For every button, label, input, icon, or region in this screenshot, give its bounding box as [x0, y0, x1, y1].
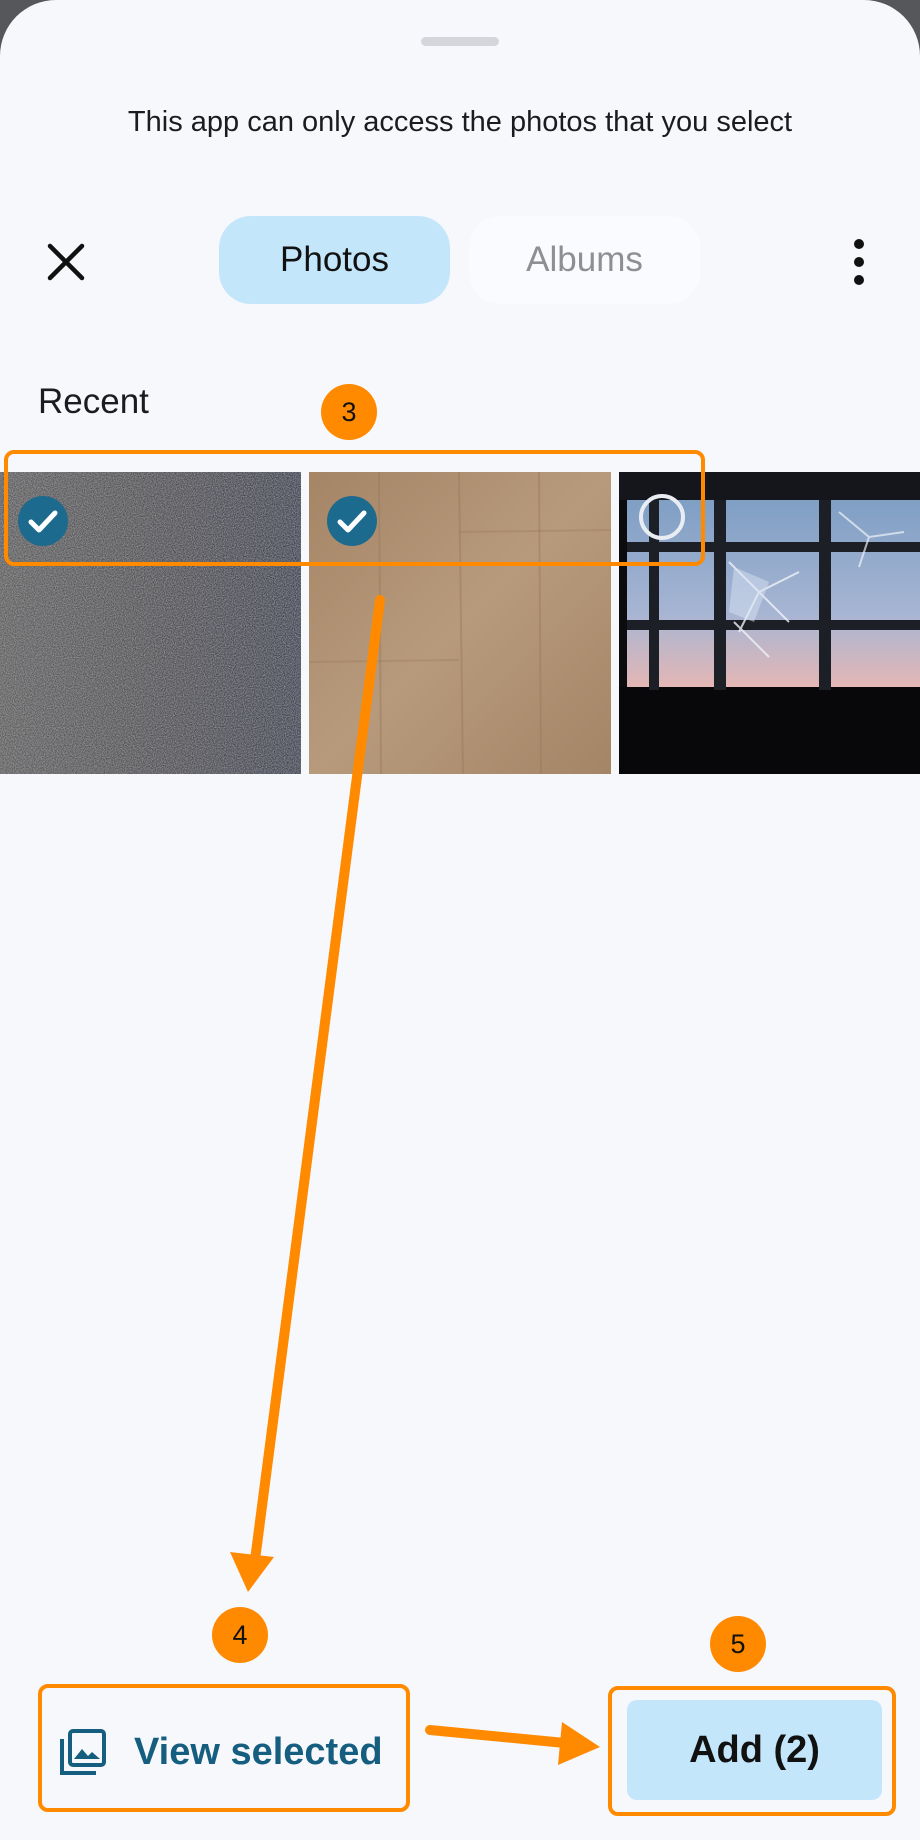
more-vert-icon — [854, 239, 864, 285]
more-options-button[interactable] — [842, 236, 876, 288]
close-icon — [47, 243, 85, 281]
tab-albums[interactable]: Albums — [469, 216, 700, 304]
step-badge-4: 4 — [212, 1607, 268, 1663]
close-button[interactable] — [36, 232, 96, 292]
callout-box-add — [608, 1686, 896, 1816]
step-badge-3: 3 — [321, 384, 377, 440]
access-notice: This app can only access the photos that… — [127, 106, 793, 138]
section-title-recent: Recent — [38, 382, 149, 421]
callout-box-photos — [4, 450, 705, 566]
callout-box-view-selected — [38, 1684, 410, 1812]
photo-picker-sheet: This app can only access the photos that… — [0, 0, 920, 1840]
drag-handle[interactable] — [421, 37, 499, 46]
step-badge-5: 5 — [710, 1616, 766, 1672]
tab-photos[interactable]: Photos — [219, 216, 450, 304]
